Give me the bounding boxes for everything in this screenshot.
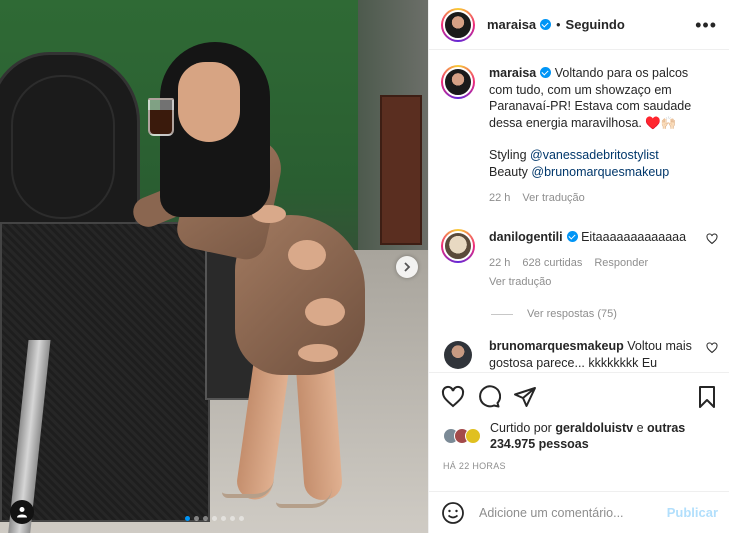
comment-item: danilogentili Eitaaaaaaaaaaaaa 22 h 628 …: [441, 228, 718, 291]
avatar: [443, 67, 473, 97]
photo-door: [380, 95, 422, 245]
beauty-mention[interactable]: @brunomarquesmakeup: [531, 165, 669, 179]
photo-dress-cutout: [298, 344, 338, 362]
liked-by-user[interactable]: geraldoluistv: [555, 421, 633, 435]
photo-dress-cutout: [305, 298, 345, 326]
post-timestamp[interactable]: HÁ 22 HORAS: [443, 461, 506, 471]
photo-guitar-case: [0, 52, 140, 242]
carousel-dot: [211, 516, 217, 521]
caption-time[interactable]: 22 h: [489, 190, 510, 207]
following-button[interactable]: Seguindo: [566, 17, 625, 32]
beauty-label: Beauty: [489, 164, 528, 179]
tagged-users-button[interactable]: [10, 500, 34, 524]
carousel-dot: [238, 516, 244, 521]
comment-author[interactable]: danilogentili: [489, 230, 563, 244]
translate-link[interactable]: Ver tradução: [522, 190, 584, 207]
liker-avatars: [443, 428, 481, 444]
like-comment-heart-icon[interactable]: [706, 232, 718, 245]
carousel-dot: [193, 516, 199, 521]
verified-icon: [540, 67, 552, 78]
emoji-icon[interactable]: [441, 501, 465, 525]
carousel-dot: [220, 516, 226, 521]
translate-link[interactable]: Ver tradução: [489, 274, 551, 291]
caption: maraisa Voltando para os palcos com tudo…: [441, 65, 718, 207]
avatar: [443, 230, 473, 261]
comment-author[interactable]: brunomarquesmakeup: [489, 339, 624, 353]
user-icon: [17, 507, 27, 518]
save-bookmark-icon[interactable]: [696, 385, 718, 409]
post-actions: [429, 372, 729, 420]
carousel-dot: [184, 516, 190, 521]
comment-likes[interactable]: 628 curtidas: [522, 255, 582, 272]
view-replies-button[interactable]: Ver respostas (75): [491, 308, 718, 320]
carousel-next-button[interactable]: [396, 256, 418, 278]
publish-button[interactable]: Publicar: [667, 505, 718, 520]
styling-label: Styling: [489, 148, 527, 162]
like-comment-heart-icon[interactable]: [706, 342, 718, 354]
avatar: [444, 341, 472, 369]
share-icon[interactable]: [513, 385, 537, 409]
likes-summary: Curtido por geraldoluistv e outras 234.9…: [443, 420, 723, 452]
comment-text: Eitaaaaaaaaaaaaa: [581, 229, 687, 244]
chevron-right-icon: [404, 262, 411, 272]
more-options-icon[interactable]: •••: [695, 16, 717, 34]
comment-icon[interactable]: [477, 384, 501, 409]
likes-conjunction: e: [636, 421, 644, 435]
photo-glass: [148, 98, 174, 136]
comment-input[interactable]: [479, 505, 667, 520]
avatar: [443, 9, 473, 40]
likes-prefix: Curtido por: [490, 421, 552, 435]
carousel-dot: [202, 516, 208, 521]
add-comment-bar: Publicar: [429, 491, 729, 533]
comment-time[interactable]: 22 h: [489, 255, 510, 272]
comments-list[interactable]: maraisa Voltando para os palcos com tudo…: [429, 51, 729, 372]
caption-author[interactable]: maraisa: [489, 66, 536, 80]
author-avatar[interactable]: [441, 7, 475, 42]
comment-avatar[interactable]: [441, 228, 475, 263]
like-heart-icon[interactable]: [441, 385, 465, 409]
photo-face: [178, 62, 240, 142]
post-side-panel: maraisa • Seguindo ••• maraisa Voltando …: [428, 0, 729, 533]
author-username[interactable]: maraisa: [487, 17, 536, 32]
reply-button[interactable]: Responder: [594, 255, 648, 272]
caption-avatar[interactable]: [441, 65, 475, 99]
avatar: [465, 428, 481, 444]
verified-icon: [566, 230, 578, 242]
post-media[interactable]: [0, 0, 428, 533]
separator: •: [556, 17, 561, 32]
post-header: maraisa • Seguindo •••: [429, 0, 729, 50]
photo-dress-cutout: [288, 240, 326, 270]
verified-icon: [540, 19, 552, 30]
styling-mention[interactable]: @vanessadebritostylist: [530, 148, 659, 162]
carousel-indicator: [0, 516, 428, 521]
comment-avatar[interactable]: [441, 338, 475, 372]
comment-item: brunomarquesmakeup Voltou mais gostosa p…: [441, 338, 718, 372]
carousel-dot: [229, 516, 235, 521]
